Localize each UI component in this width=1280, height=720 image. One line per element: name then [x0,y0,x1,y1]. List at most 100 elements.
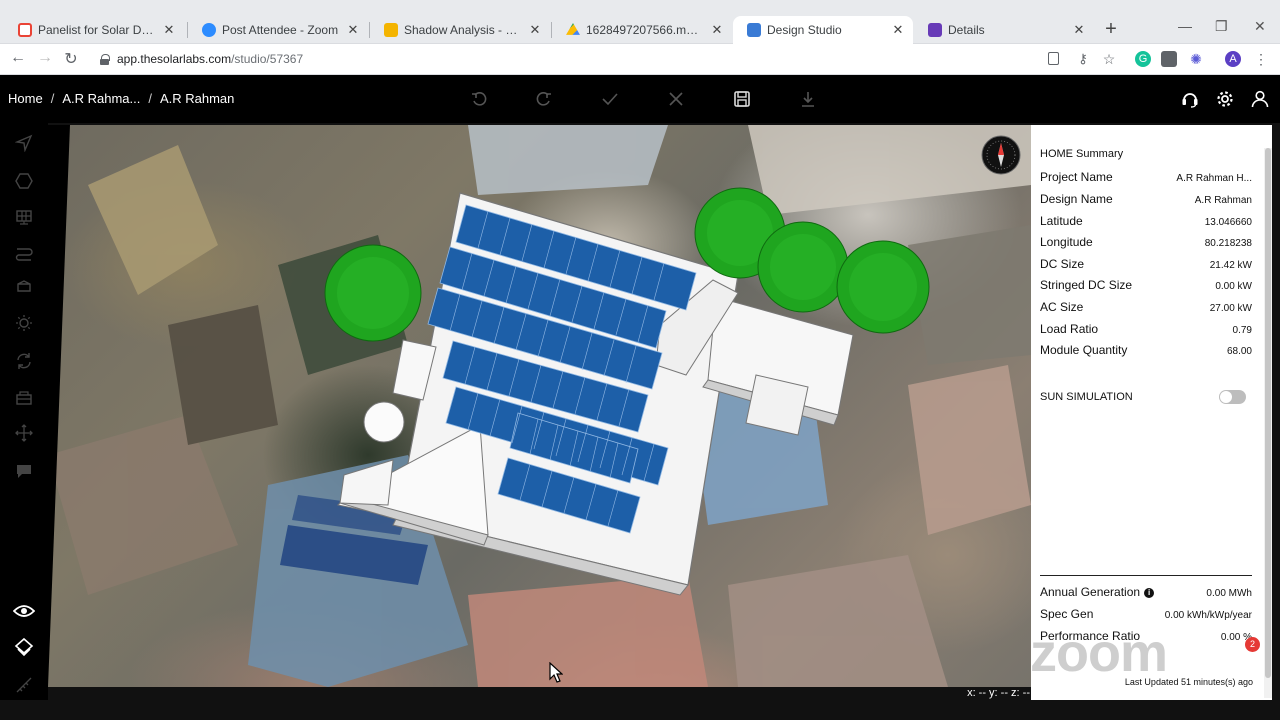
undo-button[interactable] [467,87,491,111]
refresh-icon [17,353,31,369]
sun-tool-button[interactable] [12,311,36,335]
obstruction-tool-button[interactable] [12,275,36,299]
breadcrumb-home[interactable]: Home [8,91,43,106]
generation-label: Spec Gen [1040,607,1094,621]
cancel-button[interactable] [664,87,688,111]
box-icon [17,280,31,292]
minimize-icon[interactable]: — [1178,18,1192,34]
grammarly-icon[interactable]: G [1135,51,1151,67]
forward-icon[interactable]: → [35,49,55,67]
restore-icon[interactable]: ❐ [1215,18,1228,35]
extension-icon[interactable] [1161,51,1177,67]
summary-value: 21.42 kW [1209,260,1252,271]
close-icon[interactable]: ✕ [346,22,360,38]
visibility-button[interactable] [12,599,36,623]
generation-value: 0.00 MWh [1206,588,1252,599]
breadcrumb-project[interactable]: A.R Rahma... [62,91,140,106]
info-icon[interactable]: i [1144,588,1155,598]
puzzle-icon[interactable]: ✺ [1188,51,1204,67]
tab-label: Details [948,23,985,37]
redo-button[interactable] [532,87,556,111]
support-button[interactable] [1178,87,1202,111]
browser-tab-drive[interactable]: 1628497207566.mp4 - Goog ✕ [552,16,732,44]
layers-button[interactable] [12,635,36,659]
scrollbar-thumb[interactable] [1265,148,1271,678]
solarlabs-icon [747,23,761,37]
solar-panel-icon [16,210,32,225]
mouse-cursor-icon [549,662,563,683]
summary-row: Latitude 13.046660 [1040,214,1252,228]
summary-title: HOME Summary [1040,148,1124,160]
measure-tool-button[interactable] [12,673,36,697]
summary-row: AC Size 27.00 kW [1040,300,1252,314]
inverter-tool-button[interactable] [12,386,36,410]
browser-tab-design-studio[interactable]: Design Studio ✕ [733,16,913,44]
headset-icon [1182,93,1198,108]
breadcrumb: Home / A.R Rahma... / A.R Rahman [8,91,234,106]
browser-address-bar: ← → ↻ app.thesolarlabs.com/studio/57367 … [0,44,1280,75]
compass[interactable] [981,135,1021,175]
tab-label: Shadow Analysis - Google Sl [404,23,522,37]
browser-tab-gmail[interactable]: Panelist for Solar Design Ma ✕ [4,16,184,44]
sun-simulation-toggle[interactable] [1219,390,1246,404]
layers-icon [14,637,34,657]
save-button[interactable] [730,87,754,111]
close-icon[interactable]: ✕ [528,22,542,38]
panel-scrollbar[interactable] [1264,148,1272,698]
back-icon[interactable]: ← [8,49,28,67]
select-tool-button[interactable] [12,131,36,155]
user-icon [1251,90,1269,108]
download-button[interactable] [796,87,820,111]
summary-value: 27.00 kW [1209,303,1252,314]
zoom-watermark: zoom [1030,623,1168,683]
design-viewport[interactable] [48,125,1031,687]
close-icon[interactable]: ✕ [710,22,724,38]
ruler-icon [16,677,32,693]
close-icon[interactable]: ✕ [891,22,905,38]
move-tool-button[interactable] [12,421,36,445]
menu-icon[interactable]: ⋮ [1253,51,1269,67]
undo-icon [472,92,487,106]
inverter-icon [16,391,32,405]
url-field[interactable]: app.thesolarlabs.com/studio/57367 [92,47,1037,71]
clipboard-icon[interactable] [1048,52,1059,65]
summary-value: A.R Rahman [1194,195,1252,206]
profile-avatar[interactable]: A [1225,51,1241,67]
summary-row: Longitude 80.218238 [1040,235,1252,249]
close-icon [669,92,683,106]
summary-label: Project Name [1040,170,1113,184]
summary-row: Load Ratio 0.79 [1040,322,1252,336]
account-button[interactable] [1248,87,1272,111]
wiring-tool-button[interactable] [12,241,36,265]
notification-badge[interactable]: 2 [1245,637,1260,652]
summary-label: Load Ratio [1040,322,1099,336]
settings-button[interactable] [1213,87,1237,111]
refresh-tool-button[interactable] [12,349,36,373]
key-icon[interactable]: ⚷ [1075,51,1091,67]
close-window-icon[interactable]: ✕ [1254,18,1266,35]
navigation-icon [15,134,33,152]
form-icon [928,23,942,37]
confirm-button[interactable] [598,87,622,111]
bottom-strip [0,700,1280,720]
comment-tool-button[interactable] [12,459,36,483]
browser-tab-slides[interactable]: Shadow Analysis - Google Sl ✕ [370,16,550,44]
toggle-knob [1220,391,1232,403]
download-icon [802,92,814,107]
reload-icon[interactable]: ↻ [61,49,81,69]
summary-row: Module Quantity 68.00 [1040,343,1252,357]
panel-array-tool-button[interactable] [12,205,36,229]
tab-label: Panelist for Solar Design Ma [38,23,156,37]
browser-tab-details[interactable]: Details ✕ [914,16,1094,44]
zoom-icon [202,23,216,37]
browser-tab-zoom[interactable]: Post Attendee - Zoom ✕ [188,16,368,44]
summary-value: 68.00 [1226,346,1252,357]
breadcrumb-design[interactable]: A.R Rahman [160,91,234,106]
star-icon[interactable]: ☆ [1101,51,1117,67]
summary-row: Design Name A.R Rahman [1040,192,1252,206]
close-icon[interactable]: ✕ [162,22,176,38]
new-tab-button[interactable]: + [1100,18,1122,41]
close-icon[interactable]: ✕ [1072,22,1086,38]
polygon-tool-button[interactable] [12,169,36,193]
save-icon [734,91,750,107]
